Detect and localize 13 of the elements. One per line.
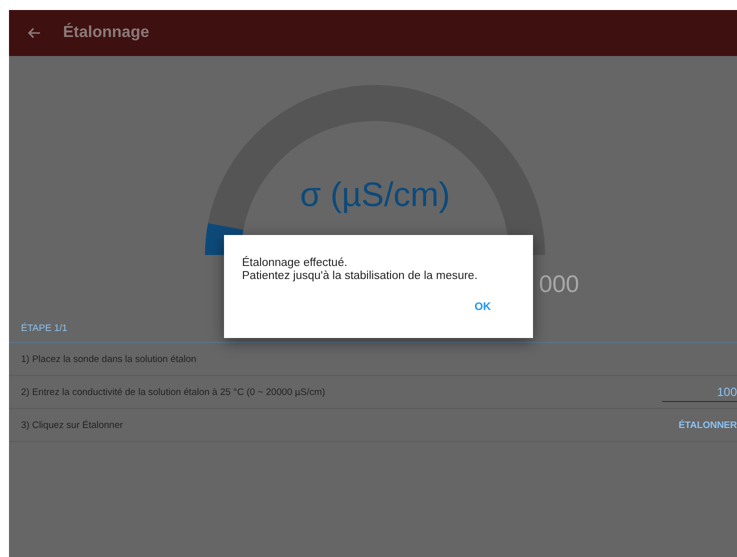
dialog-message: Patientez jusqu'à la stabilisation de la mesure. bbox=[242, 270, 479, 283]
step-instruction: 2) Entrez la conductivité de la solution étalon à 25 °C (0 ~ 20000 µS/cm) bbox=[21, 386, 326, 398]
gauge-unit: σ (µS/cm) bbox=[300, 176, 450, 214]
ok-button[interactable]: OK bbox=[470, 299, 495, 315]
step-instruction: 3) Cliquez sur Étalonner bbox=[21, 420, 123, 430]
screen-title: Étalonnage bbox=[63, 24, 150, 42]
step-header: ÉTAPE 1/1 bbox=[21, 323, 68, 334]
scale-max-label: 000 bbox=[539, 271, 580, 298]
back-arrow-icon[interactable] bbox=[27, 27, 41, 39]
calibrate-button[interactable]: ÉTALONNER bbox=[678, 420, 737, 430]
dialog-message: Étalonnage effectué. bbox=[242, 257, 348, 270]
conductivity-input[interactable]: 100 bbox=[662, 382, 737, 402]
step-instruction: 1) Placez la sonde dans la solution étalon bbox=[21, 354, 196, 364]
